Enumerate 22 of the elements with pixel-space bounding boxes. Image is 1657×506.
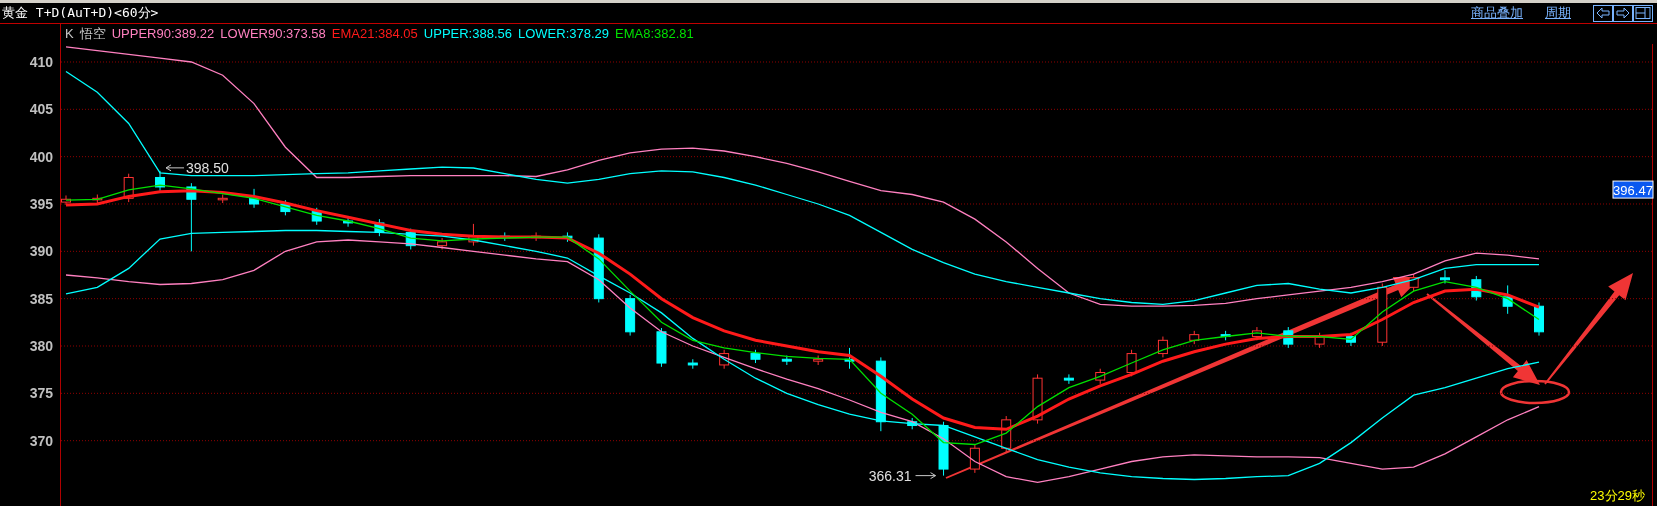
- axis-tick-label: 405: [29, 101, 53, 118]
- price-annotation: 398.50: [186, 159, 229, 176]
- indicator-label: UPPER90:389.22: [111, 25, 215, 44]
- axis-tick-label: 395: [29, 196, 53, 212]
- axis-tick-label: 410: [29, 54, 53, 70]
- countdown-timer: 23分29秒: [1590, 488, 1645, 503]
- indicator-label: LOWER90:373.58: [220, 25, 326, 44]
- indicator-label: EMA8:382.81: [615, 25, 694, 44]
- axis-tick-label: 370: [29, 432, 53, 449]
- indicator-label: 悟空: [79, 25, 106, 44]
- axis-tick-label: 385: [29, 290, 53, 307]
- axis-tick-label: 390: [29, 243, 53, 260]
- axis-tick-label: 380: [29, 338, 53, 354]
- current-price-tag: 396.47: [1612, 180, 1654, 199]
- indicator-label: LOWER:378.29: [518, 25, 610, 44]
- indicator-label: UPPER:388.56: [423, 25, 512, 44]
- indicator-label: K: [65, 25, 74, 44]
- chart-title: 黄金 T+D(AuT+D)<60分>: [2, 4, 159, 23]
- price-annotation: 366.31: [868, 467, 912, 484]
- axis-tick-label: 375: [29, 385, 53, 402]
- indicator-label: EMA21:384.05: [331, 25, 418, 44]
- axis-tick-label: 400: [29, 148, 53, 165]
